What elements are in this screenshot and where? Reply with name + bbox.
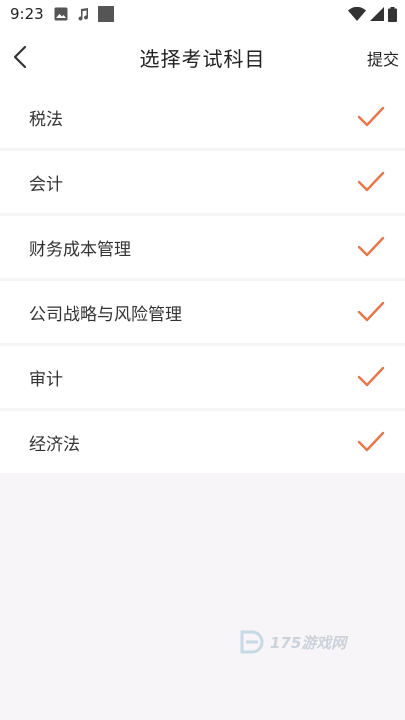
status-right: [348, 6, 397, 22]
subject-row[interactable]: 经济法: [0, 411, 405, 473]
battery-icon: [388, 6, 397, 22]
subject-label: 财务成本管理: [29, 239, 131, 260]
watermark-text: 175游戏网: [270, 633, 347, 652]
subject-row[interactable]: 审计: [0, 346, 405, 408]
status-time: 9:23: [10, 5, 44, 23]
checkmark-icon: [357, 171, 385, 192]
subject-label: 会计: [29, 174, 63, 195]
subject-list: 税法 会计 财务成本管理 公司战略与风险管理 审计 经济法: [0, 86, 405, 476]
subject-row[interactable]: 会计: [0, 151, 405, 213]
subject-row[interactable]: 财务成本管理: [0, 216, 405, 278]
subject-label: 公司战略与风险管理: [29, 304, 182, 325]
image-icon: [54, 7, 68, 21]
subject-label: 经济法: [29, 434, 80, 455]
signal-icon: [370, 7, 384, 21]
square-icon: [97, 6, 114, 22]
submit-button[interactable]: 提交: [367, 46, 399, 70]
music-note-icon: [78, 8, 88, 21]
subject-label: 税法: [29, 109, 63, 130]
wifi-icon: [348, 7, 366, 21]
subject-row[interactable]: 公司战略与风险管理: [0, 281, 405, 343]
status-left: 9:23: [10, 5, 114, 23]
notification-icons: [54, 6, 114, 22]
status-bar: 9:23: [0, 0, 405, 28]
watermark: 175游戏网: [238, 628, 346, 656]
subject-label: 审计: [29, 369, 63, 390]
checkmark-icon: [357, 366, 385, 387]
checkmark-icon: [357, 301, 385, 322]
checkmark-icon: [357, 106, 385, 127]
header: 选择考试科目 提交: [0, 28, 405, 86]
checkmark-icon: [357, 431, 385, 452]
watermark-logo-icon: [240, 630, 264, 654]
page-title: 选择考试科目: [139, 47, 266, 71]
subject-row[interactable]: 税法: [0, 86, 405, 148]
checkmark-icon: [357, 236, 385, 257]
